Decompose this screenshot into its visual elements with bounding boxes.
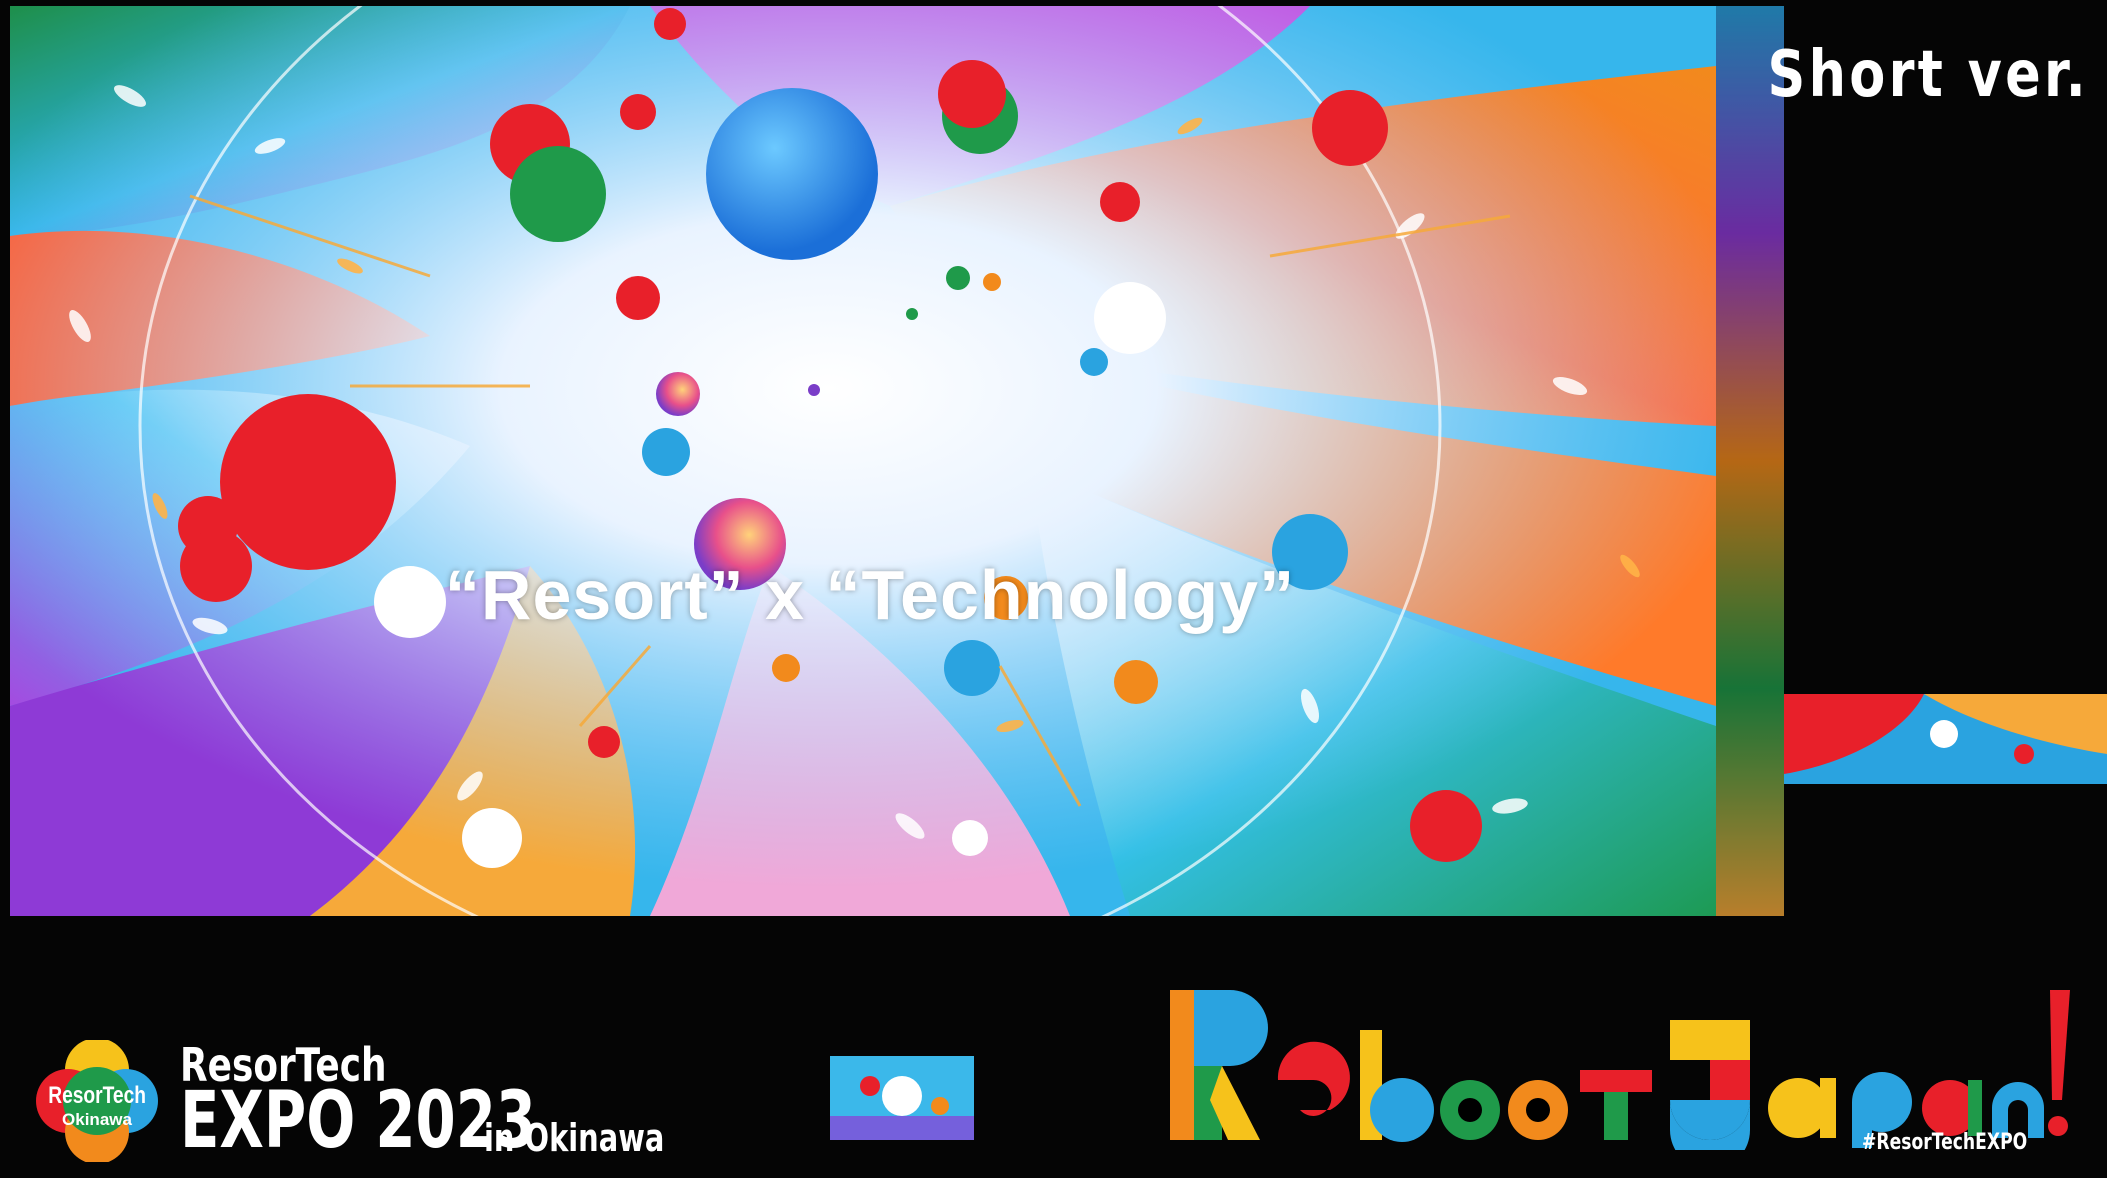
secondary-led-screen [1784, 694, 2107, 784]
side-led-panel [1716, 6, 1784, 916]
event-location: in Okinawa [484, 1116, 665, 1160]
badge-title: ResorTech [48, 1082, 147, 1109]
stage: “Resort” x “Technology” Short ver. Resor… [0, 0, 2107, 1178]
reboot-japan-logo [1170, 990, 2070, 1150]
resortech-badge-logo: ResorTech Okinawa [36, 1038, 158, 1164]
screen-caption: “Resort” x “Technology” [444, 556, 1296, 634]
distant-screen [830, 1056, 974, 1140]
led-screen-artwork [10, 6, 1716, 916]
event-year: EXPO 2023 [180, 1076, 537, 1166]
version-label: Short ver. [1767, 38, 2089, 112]
badge-subtitle: Okinawa [62, 1110, 132, 1129]
event-hashtag: #ResorTechEXPO [1862, 1130, 2028, 1155]
